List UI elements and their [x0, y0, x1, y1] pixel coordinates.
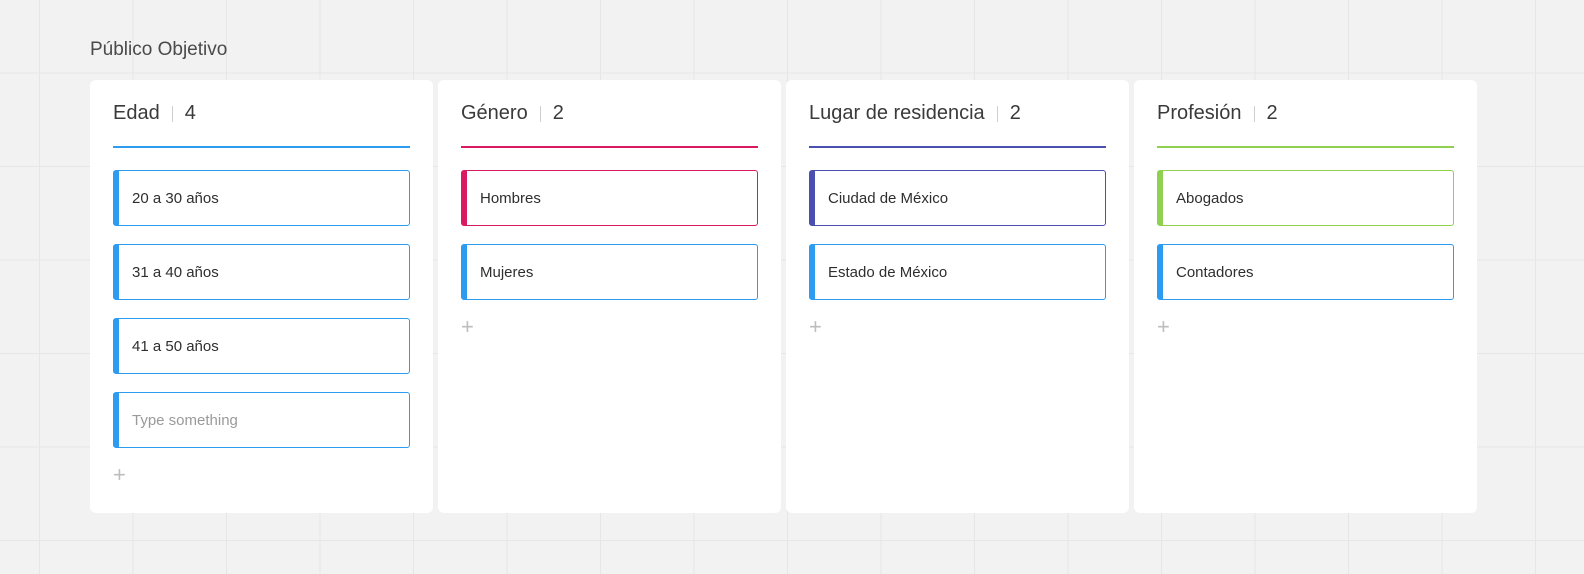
card-text: 20 a 30 años — [132, 189, 219, 207]
card-count: 2 — [552, 102, 564, 124]
column-title[interactable]: Profesión — [1157, 102, 1242, 125]
new-card-input[interactable] — [132, 411, 409, 429]
card[interactable]: 20 a 30 años — [113, 170, 410, 226]
column-header-divider — [996, 105, 998, 122]
card[interactable]: 41 a 50 años — [113, 318, 410, 374]
column-header[interactable]: Género 2 — [461, 80, 758, 148]
column-header-divider — [539, 105, 541, 122]
card-text: Hombres — [480, 189, 541, 207]
board-title: Público Objetivo — [90, 39, 228, 60]
kanban-board: Edad 4 20 a 30 años 31 a 40 años 41 a 50… — [90, 80, 1477, 513]
card[interactable]: Abogados — [1157, 170, 1454, 226]
card-text: Abogados — [1176, 189, 1244, 207]
plus-icon[interactable]: + — [1157, 316, 1170, 338]
card[interactable]: 31 a 40 años — [113, 244, 410, 300]
card-text: Mujeres — [480, 263, 534, 281]
plus-icon[interactable]: + — [113, 464, 126, 486]
column-profesion: Profesión 2 Abogados Contadores + — [1134, 80, 1477, 513]
column-genero: Género 2 Hombres Mujeres + — [438, 80, 781, 513]
card[interactable]: Ciudad de México — [809, 170, 1106, 226]
card-count: 2 — [1009, 102, 1021, 124]
column-title[interactable]: Edad — [113, 102, 160, 125]
column-header-divider — [171, 105, 173, 122]
column-header[interactable]: Lugar de residencia 2 — [809, 80, 1106, 148]
column-title[interactable]: Género — [461, 102, 528, 125]
card[interactable]: Estado de México — [809, 244, 1106, 300]
column-header[interactable]: Edad 4 — [113, 80, 410, 148]
column-title[interactable]: Lugar de residencia — [809, 102, 985, 125]
card-text: 41 a 50 años — [132, 337, 219, 355]
plus-icon[interactable]: + — [809, 316, 822, 338]
column-header[interactable]: Profesión 2 — [1157, 80, 1454, 148]
card[interactable]: Mujeres — [461, 244, 758, 300]
column-header-divider — [1253, 105, 1255, 122]
card-text: Estado de México — [828, 263, 948, 281]
new-card-editor[interactable] — [113, 392, 410, 448]
column-lugar-de-residencia: Lugar de residencia 2 Ciudad de México E… — [786, 80, 1129, 513]
column-edad: Edad 4 20 a 30 años 31 a 40 años 41 a 50… — [90, 80, 433, 513]
card-text: 31 a 40 años — [132, 263, 219, 281]
card[interactable]: Hombres — [461, 170, 758, 226]
card-text: Contadores — [1176, 263, 1254, 281]
card[interactable]: Contadores — [1157, 244, 1454, 300]
card-count: 2 — [1266, 102, 1278, 124]
card-text: Ciudad de México — [828, 189, 949, 207]
plus-icon[interactable]: + — [461, 316, 474, 338]
card-count: 4 — [184, 102, 196, 124]
